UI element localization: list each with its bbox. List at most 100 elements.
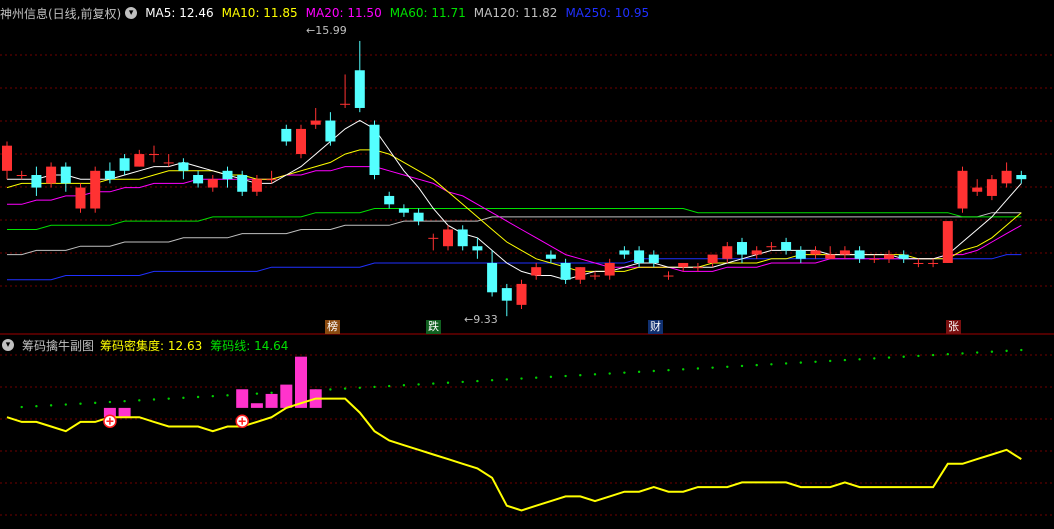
- chip-dot: [461, 380, 464, 384]
- chip-dot: [35, 405, 38, 408]
- chip-dot: [549, 375, 553, 379]
- chip-dot: [211, 394, 214, 398]
- chip-dot: [79, 402, 82, 405]
- chip-dot: [358, 386, 361, 389]
- chevron-down-icon[interactable]: ▾: [2, 339, 14, 351]
- chip-dot: [329, 388, 332, 391]
- high-price-value: 15.99: [315, 24, 347, 37]
- candle-body: [398, 208, 409, 213]
- density-bar: [295, 356, 307, 408]
- chip-dot: [652, 369, 655, 373]
- chip-dot: [682, 368, 685, 371]
- chip-dot: [608, 372, 611, 375]
- chip-dot: [535, 376, 538, 379]
- event-tag-bang[interactable]: 榜: [325, 320, 340, 334]
- candle-body: [46, 166, 57, 184]
- candle-body: [119, 158, 130, 171]
- grid-lines: [0, 54, 1054, 516]
- candle-body: [1001, 170, 1012, 184]
- density-bar: [250, 403, 263, 408]
- ma20-label: MA20: 11.50: [305, 6, 382, 20]
- candle-body: [810, 250, 821, 255]
- candle-body: [310, 120, 321, 125]
- chip-dot: [49, 404, 53, 407]
- candle-body: [692, 267, 703, 269]
- candle-body: [957, 170, 968, 209]
- candle-body: [325, 120, 336, 142]
- chip-line-label: 筹码线: 14.64: [210, 338, 289, 353]
- candle-body: [340, 103, 351, 105]
- sub-chart: [6, 348, 1023, 512]
- candle-body: [193, 175, 204, 184]
- candle-body: [237, 175, 248, 192]
- candle-body: [648, 254, 659, 263]
- density-bar: [280, 384, 293, 408]
- chevron-down-icon[interactable]: ▾: [125, 7, 138, 19]
- candle-body: [516, 283, 527, 305]
- candle-body: [60, 166, 71, 184]
- candle-body: [575, 267, 586, 280]
- candle-body: [266, 179, 277, 181]
- event-tag-cai[interactable]: 财: [648, 320, 663, 334]
- chip-dot: [946, 353, 949, 356]
- chip-dot: [402, 384, 406, 387]
- candle-body: [663, 275, 674, 277]
- chip-dot: [138, 399, 141, 402]
- chip-dot: [152, 398, 156, 401]
- candle-body: [457, 229, 468, 247]
- chip-dot: [182, 396, 185, 400]
- candle-body: [737, 242, 747, 255]
- ma10-label: MA10: 11.85: [221, 6, 298, 20]
- chip-dot: [829, 359, 832, 363]
- ma120-line: [7, 212, 1022, 256]
- event-tag-zhang[interactable]: 张: [946, 320, 961, 334]
- candle-body: [296, 128, 306, 155]
- chip-dot: [711, 366, 714, 369]
- chip-dot: [990, 350, 994, 353]
- chip-dot: [520, 377, 523, 380]
- chip-dot: [667, 368, 670, 372]
- chip-dot: [961, 352, 964, 355]
- candle-body: [854, 250, 865, 259]
- chip-dot: [490, 379, 494, 382]
- chip-dot: [270, 391, 273, 395]
- candle-body: [795, 250, 806, 259]
- candle-body: [942, 221, 953, 263]
- candle-body: [443, 229, 453, 247]
- candle-body: [619, 250, 630, 255]
- chip-dot: [432, 382, 435, 385]
- chip-dot: [226, 394, 229, 397]
- chip-dot: [726, 365, 729, 369]
- candle-body: [869, 258, 880, 260]
- density-bar: [118, 407, 131, 418]
- low-price-label: ←9.33: [464, 313, 498, 326]
- chip-dot: [637, 370, 641, 374]
- chip-dot: [579, 373, 582, 377]
- candle-body: [898, 254, 909, 259]
- sub-title: 筹码擒牛副图: [22, 338, 95, 353]
- candle-body: [766, 246, 777, 248]
- candle-body: [487, 262, 498, 293]
- candle-body: [251, 179, 262, 192]
- candle-body: [545, 254, 556, 259]
- candle-body: [16, 175, 27, 176]
- candlesticks: [2, 40, 1027, 317]
- candle-body: [501, 288, 512, 301]
- chip-dot: [887, 356, 891, 359]
- candle-body: [751, 250, 762, 255]
- candle-body: [207, 179, 218, 188]
- chip-dot: [1020, 348, 1023, 352]
- chip-dot: [373, 385, 376, 389]
- candle-body: [134, 154, 145, 167]
- ma60-line: [7, 208, 1022, 230]
- chip-dot: [799, 361, 802, 364]
- event-tag-die[interactable]: 跌: [426, 320, 441, 334]
- candle-body: [590, 275, 600, 277]
- ma10-line: [6, 149, 1022, 272]
- density-bar: [265, 393, 278, 408]
- candle-body: [354, 70, 365, 108]
- chip-dot: [858, 358, 861, 361]
- kline-chart[interactable]: [0, 0, 1054, 529]
- candle-body: [781, 242, 792, 251]
- candle-body: [1016, 175, 1027, 180]
